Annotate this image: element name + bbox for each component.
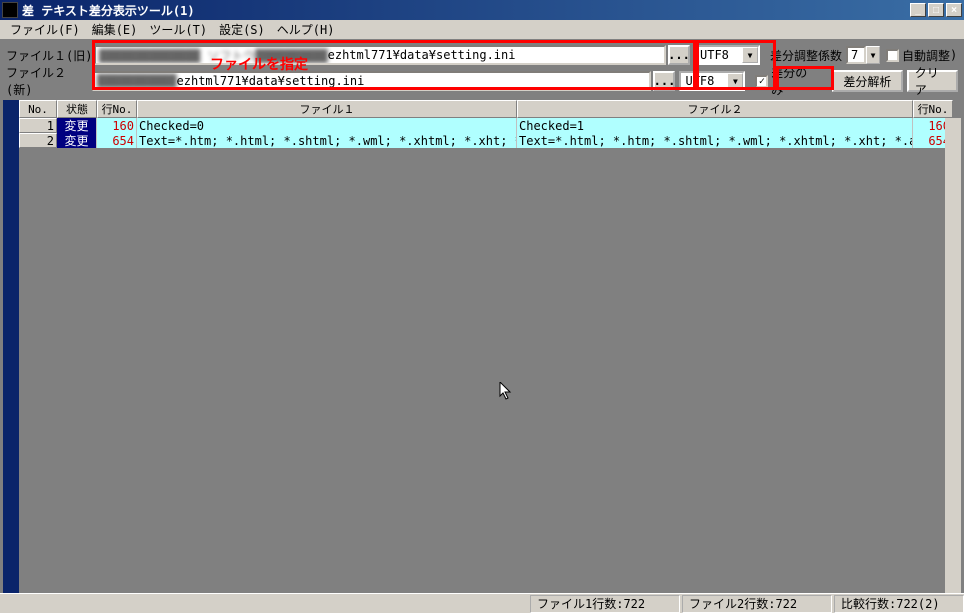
header-state[interactable]: 状態 bbox=[57, 100, 97, 118]
app-icon bbox=[2, 2, 18, 18]
status-file1-lines: ファイル1行数:722 bbox=[530, 595, 680, 613]
menubar: ファイル(F) 編集(E) ツール(T) 設定(S) ヘルプ(H) bbox=[0, 20, 964, 40]
table-row[interactable]: 1 変更 160 Checked=0 Checked=1 160 bbox=[19, 118, 961, 133]
checkbox-icon bbox=[886, 49, 899, 62]
clear-button[interactable]: クリア bbox=[907, 70, 958, 92]
header-no[interactable]: No. bbox=[19, 100, 57, 118]
menu-help[interactable]: ヘルプ(H) bbox=[271, 19, 341, 40]
vertical-scrollbar[interactable] bbox=[945, 118, 961, 593]
header-lineno2[interactable]: 行No. bbox=[913, 100, 953, 118]
chevron-down-icon: ▼ bbox=[742, 47, 758, 63]
checkbox-icon: ✓ bbox=[755, 75, 768, 88]
file2-path-input[interactable]: ███████████ezhtml771¥data¥setting.ini bbox=[92, 71, 651, 91]
close-button[interactable]: × bbox=[946, 3, 962, 17]
chevron-down-icon: ▼ bbox=[866, 46, 880, 64]
file2-label: ファイル２(新) bbox=[6, 64, 92, 98]
header-lineno1[interactable]: 行No. bbox=[97, 100, 137, 118]
menu-settings[interactable]: 設定(S) bbox=[213, 19, 271, 40]
adjust-factor-label: 差分調整係数 bbox=[770, 47, 842, 64]
titlebar: 差 テキスト差分表示ツール(1) _ □ × bbox=[0, 0, 964, 20]
diff-only-checkbox[interactable]: ✓ 差分のみ bbox=[755, 64, 818, 98]
diff-navigator-bar[interactable] bbox=[3, 100, 19, 593]
diff-grid-area: No. 状態 行No. ファイル１ ファイル２ 行No. 1 変更 160 Ch… bbox=[3, 100, 961, 593]
file1-path-input[interactable]: ██████████████ ソフトウ██████████ezhtml771¥d… bbox=[94, 45, 666, 65]
status-compare-lines: 比較行数:722(2) bbox=[834, 595, 964, 613]
header-file2[interactable]: ファイル２ bbox=[517, 100, 913, 118]
file1-browse-button[interactable]: ... bbox=[668, 45, 690, 65]
grid-header-row: No. 状態 行No. ファイル１ ファイル２ 行No. bbox=[19, 100, 961, 118]
maximize-button[interactable]: □ bbox=[928, 3, 944, 17]
file2-encoding-select[interactable]: UTF8 ▼ bbox=[679, 71, 745, 91]
chevron-down-icon: ▼ bbox=[727, 73, 743, 89]
menu-file[interactable]: ファイル(F) bbox=[4, 19, 86, 40]
file2-browse-button[interactable]: ... bbox=[653, 71, 675, 91]
analyze-button[interactable]: 差分解析 bbox=[832, 70, 903, 92]
adjust-factor-select[interactable]: 7 ▼ bbox=[846, 46, 880, 64]
menu-tool[interactable]: ツール(T) bbox=[143, 19, 213, 40]
auto-adjust-checkbox[interactable]: 自動調整) bbox=[886, 47, 957, 64]
window-title: 差 テキスト差分表示ツール(1) bbox=[22, 2, 910, 19]
header-file1[interactable]: ファイル１ bbox=[137, 100, 517, 118]
minimize-button[interactable]: _ bbox=[910, 3, 926, 17]
toolbar: ファイル１(旧) ██████████████ ソフトウ██████████ez… bbox=[0, 40, 964, 102]
diff-grid: No. 状態 行No. ファイル１ ファイル２ 行No. 1 変更 160 Ch… bbox=[19, 100, 961, 593]
table-row[interactable]: 2 変更 654 Text=*.htm; *.html; *.shtml; *.… bbox=[19, 133, 961, 148]
status-file2-lines: ファイル2行数:722 bbox=[682, 595, 832, 613]
file1-encoding-select[interactable]: UTF8 ▼ bbox=[694, 45, 760, 65]
statusbar: ファイル1行数:722 ファイル2行数:722 比較行数:722(2) bbox=[0, 593, 964, 613]
menu-edit[interactable]: 編集(E) bbox=[86, 19, 144, 40]
file1-label: ファイル１(旧) bbox=[6, 47, 94, 64]
